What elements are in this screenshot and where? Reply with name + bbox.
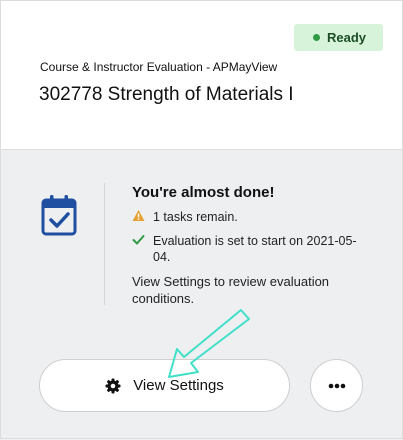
status-badge: Ready [294,24,383,51]
warning-line: 1 tasks remain. [132,209,372,225]
view-settings-button[interactable]: View Settings [39,359,290,412]
evaluation-type: Course & Instructor Evaluation - APMayVi… [40,60,278,74]
calendar-check-icon [41,195,77,236]
course-title: 302778 Strength of Materials I [39,84,294,105]
more-dots-icon [328,383,345,388]
divider [104,183,105,305]
check-icon [132,235,145,245]
more-options-button[interactable] [310,359,363,412]
warning-icon [132,210,145,221]
check-line: Evaluation is set to start on 2021-05-04… [132,233,372,265]
summary-note: View Settings to review evaluation condi… [132,274,330,306]
status-label: Ready [327,30,367,45]
gear-icon [105,378,121,393]
summary-title: You're almost done! [132,184,275,201]
status-dot-icon [313,34,320,41]
evaluation-card: Ready Course & Instructor Evaluation - A… [0,0,403,439]
view-settings-label: View Settings [133,377,224,394]
warning-text: 1 tasks remain. [153,210,238,224]
card-header: Ready Course & Instructor Evaluation - A… [1,1,402,150]
check-text: Evaluation is set to start on 2021-05-04… [153,234,357,264]
summary-panel: You're almost done! 1 tasks remain. Eval… [132,184,372,307]
